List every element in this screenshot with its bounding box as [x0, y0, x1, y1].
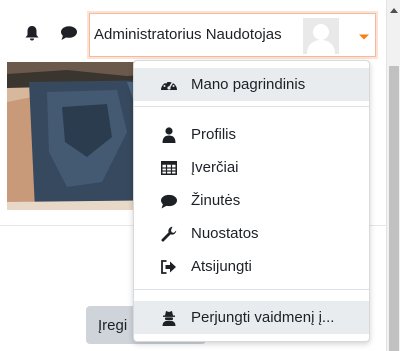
menu-item-profile[interactable]: Profilis — [134, 118, 369, 151]
menu-divider — [134, 106, 369, 107]
menu-item-switch-role[interactable]: Perjungti vaidmenį į... — [134, 301, 369, 334]
menu-item-label: Profilis — [191, 126, 237, 143]
menu-item-logout[interactable]: Atsijungti — [134, 250, 369, 283]
tachometer-icon — [160, 76, 178, 94]
menu-item-messages[interactable]: Žinutės — [134, 184, 369, 217]
content-button-label: Įregi — [98, 317, 128, 334]
menu-item-preferences[interactable]: Nuostatos — [134, 217, 369, 250]
menu-item-label: Mano pagrindinis — [191, 76, 306, 93]
user-menu-toggle[interactable]: Administratorius Naudotojas — [89, 13, 376, 57]
bell-icon[interactable] — [23, 24, 41, 42]
menu-item-label: Perjungti vaidmenį į... — [191, 309, 335, 326]
avatar — [303, 18, 339, 54]
menu-item-grades[interactable]: Įverčiai — [134, 151, 369, 184]
top-navbar: Administratorius Naudotojas — [0, 0, 386, 62]
menu-divider — [134, 289, 369, 290]
wrench-icon — [160, 225, 178, 243]
user-dropdown-menu: Mano pagrindinis Profilis Įverčiai Žinut… — [133, 60, 370, 342]
caret-down-icon — [358, 30, 370, 42]
scrollbar-thumb[interactable] — [389, 66, 399, 351]
user-secret-icon — [160, 309, 178, 327]
page-scrollbar[interactable] — [386, 0, 400, 351]
menu-item-label: Nuostatos — [191, 225, 259, 242]
user-name: Administratorius Naudotojas — [94, 26, 282, 43]
menu-item-dashboard[interactable]: Mano pagrindinis — [134, 68, 369, 101]
scroll-up-arrow-icon[interactable] — [390, 2, 398, 13]
menu-item-label: Atsijungti — [191, 258, 252, 275]
comment-icon[interactable] — [60, 24, 78, 42]
sign-out-icon — [160, 258, 178, 276]
comment-icon — [160, 192, 178, 210]
table-icon — [160, 159, 178, 177]
menu-item-label: Įverčiai — [191, 159, 239, 176]
user-icon — [160, 126, 178, 144]
menu-item-label: Žinutės — [191, 192, 241, 209]
